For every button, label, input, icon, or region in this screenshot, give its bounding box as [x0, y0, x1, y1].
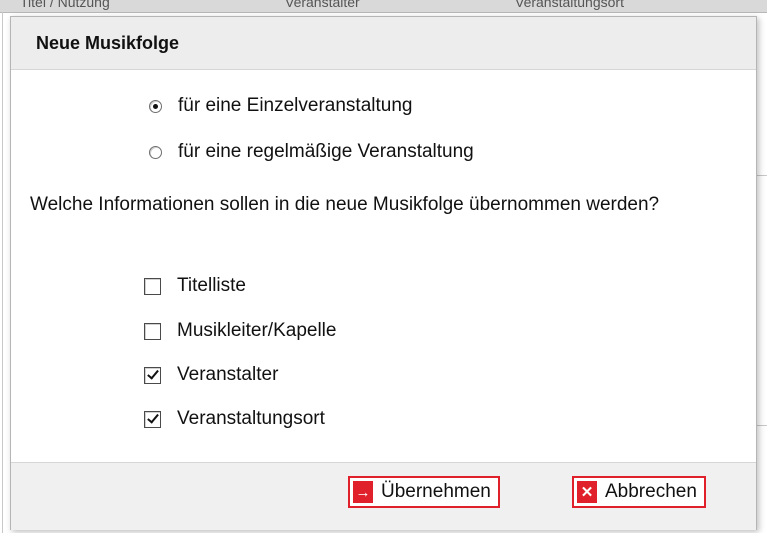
checkbox-label-organizer: Veranstalter — [177, 364, 279, 385]
background-divider — [757, 175, 767, 176]
dialog-body: für eine Einzelveranstaltung für eine re… — [11, 70, 756, 462]
radio-label-single-event: für eine Einzelveranstaltung — [178, 95, 413, 116]
close-icon: ✕ — [577, 481, 597, 503]
checkbox-label-title-list: Titelliste — [177, 275, 246, 296]
background-column-organizer: Veranstalter — [285, 0, 360, 10]
cancel-button-label: Abbrechen — [605, 481, 697, 502]
checkbox-option-organizer[interactable]: Veranstalter — [144, 364, 278, 386]
confirm-button-label: Übernehmen — [381, 481, 491, 502]
radio-button-single-event[interactable] — [149, 99, 162, 113]
checkbox-option-title-list[interactable]: Titelliste — [144, 275, 246, 297]
radio-button-recurring-event[interactable] — [149, 145, 162, 159]
checkbox-option-venue[interactable]: Veranstaltungsort — [144, 408, 325, 430]
background-border — [2, 12, 3, 533]
checkbox-title-list[interactable] — [144, 277, 161, 295]
radio-option-recurring-event[interactable]: für eine regelmäßige Veranstaltung — [149, 141, 474, 163]
radio-label-recurring-event: für eine regelmäßige Veranstaltung — [178, 141, 474, 162]
confirm-button[interactable]: → Übernehmen — [348, 476, 500, 508]
checkbox-label-venue: Veranstaltungsort — [177, 408, 325, 429]
new-music-sequence-dialog: Neue Musikfolge für eine Einzelveranstal… — [10, 16, 757, 530]
checkbox-label-music-director: Musikleiter/Kapelle — [177, 320, 337, 341]
arrow-right-icon: → — [353, 481, 373, 503]
background-column-venue: Veranstaltungsort — [515, 0, 624, 10]
background-column-title: Titel / Nutzung — [20, 0, 110, 10]
dialog-title: Neue Musikfolge — [36, 33, 180, 53]
radio-option-single-event[interactable]: für eine Einzelveranstaltung — [149, 95, 412, 117]
checkbox-option-music-director[interactable]: Musikleiter/Kapelle — [144, 320, 336, 342]
transfer-question-text: Welche Informationen sollen in die neue … — [30, 194, 660, 215]
cancel-button[interactable]: ✕ Abbrechen — [572, 476, 706, 508]
checkbox-venue[interactable] — [144, 410, 161, 428]
background-table-header: Titel / Nutzung Veranstalter Veranstaltu… — [0, 0, 767, 13]
background-divider — [757, 425, 767, 426]
dialog-header: Neue Musikfolge — [11, 17, 756, 70]
checkbox-music-director[interactable] — [144, 322, 161, 340]
dialog-footer: → Übernehmen ✕ Abbrechen — [11, 462, 756, 530]
checkbox-organizer[interactable] — [144, 366, 161, 384]
